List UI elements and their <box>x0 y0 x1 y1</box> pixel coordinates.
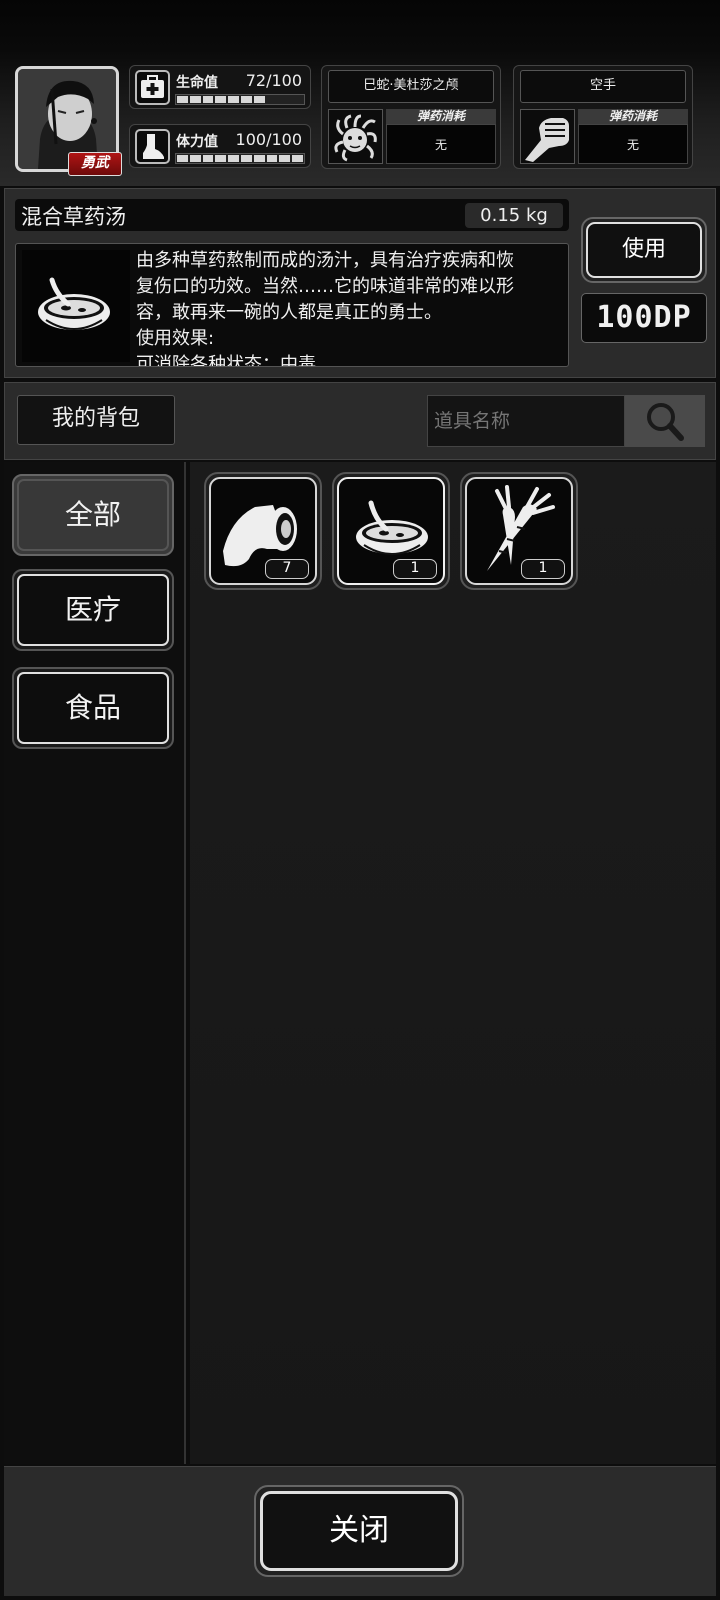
first-aid-icon <box>135 70 170 105</box>
rank-badge: 勇武 <box>68 152 122 176</box>
ammo-value: 无 <box>578 124 688 164</box>
stamina-stat: 体力值 100/100 <box>129 124 311 168</box>
weapon-slot-secondary[interactable]: 空手 弹药消耗 无 <box>513 65 693 169</box>
bar-segment <box>177 155 188 162</box>
item-search-input[interactable] <box>427 395 625 447</box>
health-stat: 生命值 72/100 <box>129 65 311 109</box>
bar-segment <box>253 96 265 103</box>
bar-segment <box>189 96 201 103</box>
close-button-label: 关闭 <box>260 1491 458 1571</box>
bag-header: 我的背包 <box>4 382 716 460</box>
foot-icon <box>135 129 170 164</box>
category-sidebar: 全部 医疗 食品 <box>4 462 186 1464</box>
bar-segment <box>189 155 201 162</box>
bag-title: 我的背包 <box>17 395 175 445</box>
use-button[interactable]: 使用 <box>581 217 707 283</box>
use-button-label: 使用 <box>586 222 702 278</box>
description-line: 可消除各种状态：中毒 <box>136 354 316 367</box>
dp-cost: 100DP <box>581 293 707 343</box>
stamina-value: 100/100 <box>235 130 302 149</box>
inventory-grid: 7 1 1 <box>190 462 716 1464</box>
item-title-bar: 混合草药汤 0.15 kg <box>15 199 569 231</box>
item-description-box[interactable]: 由多种草药熬制而成的汤汁，具有治疗疾病和恢 复伤口的功效。当然……它的味道非常的难… <box>15 243 569 367</box>
bar-segment <box>177 96 188 103</box>
bar-segment <box>228 96 239 103</box>
item-count: 1 <box>521 559 565 579</box>
bar-segment <box>228 155 239 162</box>
medusa-head-icon <box>328 109 383 164</box>
ammo-label: 弹药消耗 <box>578 109 688 124</box>
description-line: 复伤口的功效。当然……它的味道非常的难以形 <box>136 276 514 297</box>
bottom-bar: 关闭 <box>4 1466 716 1596</box>
category-tab-medical[interactable]: 医疗 <box>12 569 174 651</box>
bar-segment <box>279 96 291 103</box>
description-line: 容，敢再来一碗的人都是真正的勇士。 <box>136 302 442 323</box>
category-label: 食品 <box>17 672 169 744</box>
description-line: 使用效果: <box>136 328 215 349</box>
weapon-name: 空手 <box>520 70 686 103</box>
stamina-bar <box>175 153 305 164</box>
search-button[interactable] <box>625 395 705 447</box>
category-label: 全部 <box>17 479 169 551</box>
bar-segment <box>202 155 214 162</box>
inventory-slot-carrot[interactable]: 1 <box>460 472 578 590</box>
category-label: 医疗 <box>17 574 169 646</box>
close-button[interactable]: 关闭 <box>254 1485 464 1577</box>
bar-segment <box>215 155 227 162</box>
magnifier-icon <box>647 403 684 441</box>
ammo-label: 弹药消耗 <box>386 109 496 124</box>
stamina-label: 体力值 <box>176 134 218 150</box>
bar-segment <box>240 96 252 103</box>
bar-segment <box>292 155 303 162</box>
category-tab-food[interactable]: 食品 <box>12 667 174 749</box>
item-count: 1 <box>393 559 437 579</box>
item-description: 由多种草药熬制而成的汤汁，具有治疗疾病和恢 复伤口的功效。当然……它的味道非常的难… <box>136 248 560 367</box>
item-name: 混合草药汤 <box>21 205 126 229</box>
item-weight: 0.15 kg <box>465 203 563 228</box>
inventory-slot-herbal-soup[interactable]: 1 <box>332 472 450 590</box>
health-value: 72/100 <box>245 71 302 90</box>
description-line: 由多种草药熬制而成的汤汁，具有治疗疾病和恢 <box>136 250 514 271</box>
category-tab-all[interactable]: 全部 <box>12 474 174 556</box>
bar-segment <box>253 155 265 162</box>
weapon-slot-primary[interactable]: 巳蛇·美杜莎之颅 弹药消耗 无 <box>321 65 501 169</box>
inventory-slot-bandage[interactable]: 7 <box>204 472 322 590</box>
item-detail-panel: 混合草药汤 0.15 kg 由多种草药熬制而成的汤汁，具有治疗疾病和恢 复伤口的功… <box>4 188 716 378</box>
ammo-value: 无 <box>386 124 496 164</box>
bar-segment <box>215 96 227 103</box>
item-count: 7 <box>265 559 309 579</box>
status-bar: 勇武 生命值 72/100 体力值 100/100 巳蛇·美杜莎之颅 弹药消耗 … <box>0 0 720 186</box>
fist-icon <box>520 109 575 164</box>
bar-segment <box>266 155 278 162</box>
bar-segment <box>292 96 303 103</box>
bar-segment <box>240 155 252 162</box>
bar-segment <box>202 96 214 103</box>
weapon-name: 巳蛇·美杜莎之颅 <box>328 70 494 103</box>
bar-segment <box>266 96 278 103</box>
bar-segment <box>279 155 291 162</box>
health-bar <box>175 94 305 105</box>
herbal-soup-bowl-icon <box>22 250 130 362</box>
health-label: 生命值 <box>176 75 218 91</box>
